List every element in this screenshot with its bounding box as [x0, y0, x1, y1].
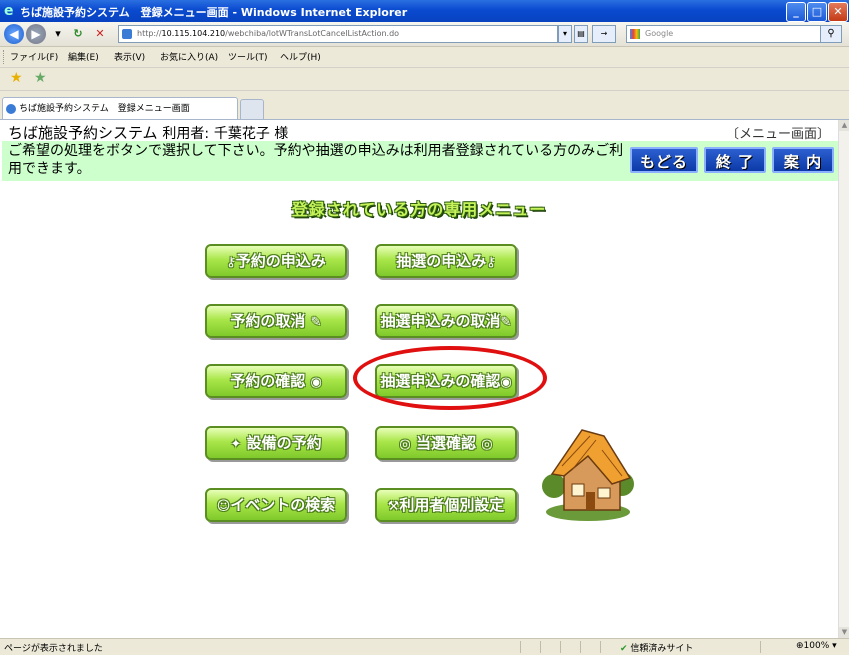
win-confirm-label: 当選確認: [415, 434, 476, 452]
reserve-cancel-label: 予約の取消: [230, 312, 306, 330]
vertical-scrollbar[interactable]: ▲ ▼: [838, 120, 849, 638]
equipment-reserve-label: 設備の予約: [246, 434, 322, 452]
address-input[interactable]: http://10.115.104.210/webchiba/lotWTrans…: [118, 25, 558, 43]
history-dropdown-icon[interactable]: ▾: [50, 26, 66, 42]
status-divider: [540, 641, 541, 653]
wand-icon: ✦: [230, 437, 242, 452]
tab-current[interactable]: ちば施設予約システム 登録メニュー画面: [2, 97, 238, 119]
toolbar-grip: [3, 50, 6, 64]
page-icon: [122, 29, 132, 39]
lottery-cancel-button[interactable]: 抽選申込みの取消✎: [375, 304, 517, 338]
reserve-apply-label: 予約の申込み: [235, 252, 326, 270]
close-button[interactable]: ✕: [828, 2, 848, 22]
favorites-star-icon[interactable]: ★: [10, 70, 23, 86]
key-icon: ⚷: [226, 255, 236, 270]
address-host: 10.115.104.210: [161, 29, 226, 38]
tab-bar: ちば施設予約システム 登録メニュー画面: [0, 91, 849, 120]
user-prefix: 利用者:: [162, 126, 210, 142]
menu-bar: ファイル(F) 編集(E) 表示(V) お気に入り(A) ツール(T) ヘルプ(…: [0, 47, 849, 68]
address-toolbar: ◀ ▶ ▾ ↻ ✕ http://10.115.104.210/webchiba…: [0, 22, 849, 47]
smile-icon: ☺: [216, 499, 231, 514]
tab-page-icon: [6, 104, 16, 114]
address-prefix: http://: [137, 29, 162, 38]
refresh-icon[interactable]: ↻: [70, 26, 86, 42]
go-icon[interactable]: →: [592, 25, 616, 43]
minimize-button[interactable]: _: [786, 2, 806, 22]
stop-icon[interactable]: ✕: [92, 26, 108, 42]
search-placeholder: Google: [645, 29, 674, 38]
exit-button[interactable]: 終 了: [704, 147, 766, 173]
address-dropdown-icon[interactable]: ▾: [558, 25, 572, 43]
win-confirm-button[interactable]: ◎ 当選確認 ◎: [375, 426, 517, 460]
status-bar: ページが表示されました ✔ 信頼済みサイト ⊕100% ▾: [0, 638, 849, 655]
back-button[interactable]: ◀: [4, 24, 24, 44]
status-divider: [600, 641, 601, 653]
tab-label: ちば施設予約システム 登録メニュー画面: [19, 104, 190, 114]
zoom-value: 100%: [803, 641, 830, 651]
zoom-level[interactable]: ⊕100% ▾: [796, 641, 837, 651]
check-icon: ✔: [620, 644, 628, 654]
address-path: /webchiba/lotWTransLotCancelListAction.d…: [225, 29, 400, 38]
page-header: ちば施設予約システム 利用者: 千葉花子 様 〔メニュー画面〕: [0, 120, 838, 143]
reserve-apply-button[interactable]: ⚷予約の申込み: [205, 244, 347, 278]
eraser-icon: ✎: [310, 315, 322, 330]
search-icon[interactable]: ⚲: [820, 25, 842, 43]
page-content: ちば施設予約システム 利用者: 千葉花子 様 〔メニュー画面〕 ご希望の処理をボ…: [0, 120, 838, 638]
screen-name: 〔メニュー画面〕: [725, 127, 830, 142]
maximize-button[interactable]: □: [807, 2, 827, 22]
guide-text: ご希望の処理をボタンで選択して下さい。予約や抽選の申込みは利用者登録されている方…: [8, 143, 624, 177]
back-page-button[interactable]: もどる: [630, 147, 698, 173]
new-tab-button[interactable]: [240, 99, 264, 119]
lottery-apply-label: 抽選の申込み: [396, 252, 487, 270]
status-divider: [580, 641, 581, 653]
target-icon: ◎: [481, 437, 493, 452]
menu-help[interactable]: ヘルプ(H): [280, 50, 321, 63]
house-illustration: [542, 429, 634, 521]
lottery-cancel-label: 抽選申込みの取消: [380, 312, 501, 330]
equipment-reserve-button[interactable]: ✦ 設備の予約: [205, 426, 347, 460]
status-divider: [560, 641, 561, 653]
menu-tools[interactable]: ツール(T): [228, 50, 268, 63]
user-name: 千葉花子 様: [213, 126, 289, 142]
tools-icon: ⚒: [387, 499, 400, 514]
reserve-cancel-button[interactable]: 予約の取消 ✎: [205, 304, 347, 338]
add-favorite-icon[interactable]: ★: [34, 70, 47, 86]
search-input[interactable]: Google: [626, 25, 834, 43]
lottery-apply-button[interactable]: 抽選の申込み⚷: [375, 244, 517, 278]
menu-favorites[interactable]: お気に入り(A): [160, 50, 218, 63]
reserve-confirm-label: 予約の確認: [230, 372, 306, 390]
help-button[interactable]: 案 内: [772, 147, 834, 173]
system-title: ちば施設予約システム 利用者: 千葉花子 様: [8, 122, 288, 143]
target-icon: ◎: [399, 437, 411, 452]
eraser-icon: ✎: [500, 315, 512, 330]
user-settings-button[interactable]: ⚒利用者個別設定: [375, 488, 517, 522]
security-zone[interactable]: ✔ 信頼済みサイト: [620, 641, 693, 654]
scroll-down-icon[interactable]: ▼: [839, 627, 849, 638]
status-divider: [520, 641, 521, 653]
favorites-bar: ★ ★: [0, 68, 849, 91]
google-logo-icon: [630, 29, 640, 39]
highlight-circle: [353, 346, 547, 410]
system-name: ちば施設予約システム: [8, 124, 158, 142]
status-divider: [760, 641, 761, 653]
menu-title: 登録されている方の専用メニュー: [291, 200, 547, 219]
event-search-label: イベントの検索: [230, 496, 336, 514]
reserve-confirm-button[interactable]: 予約の確認 ◉: [205, 364, 347, 398]
menu-file[interactable]: ファイル(F): [10, 50, 58, 63]
forward-button[interactable]: ▶: [26, 24, 46, 44]
user-settings-label: 利用者個別設定: [399, 496, 505, 514]
key-icon: ⚷: [486, 255, 496, 270]
window-title: ちば施設予約システム 登録メニュー画面 - Windows Internet E…: [20, 6, 408, 19]
guide-panel: ご希望の処理をボタンで選択して下さい。予約や抽選の申込みは利用者登録されている方…: [2, 141, 838, 181]
window-title-bar: e ちば施設予約システム 登録メニュー画面 - Windows Internet…: [0, 0, 849, 22]
menu-view[interactable]: 表示(V): [114, 50, 145, 63]
binoculars-icon: ◉: [310, 375, 322, 390]
zone-label: 信頼済みサイト: [630, 644, 694, 654]
status-message: ページが表示されました: [4, 644, 103, 654]
compat-view-icon[interactable]: ▤: [574, 25, 588, 43]
menu-edit[interactable]: 編集(E): [68, 50, 99, 63]
ie-logo-icon: e: [4, 3, 14, 19]
scroll-up-icon[interactable]: ▲: [839, 120, 849, 131]
event-search-button[interactable]: ☺イベントの検索: [205, 488, 347, 522]
